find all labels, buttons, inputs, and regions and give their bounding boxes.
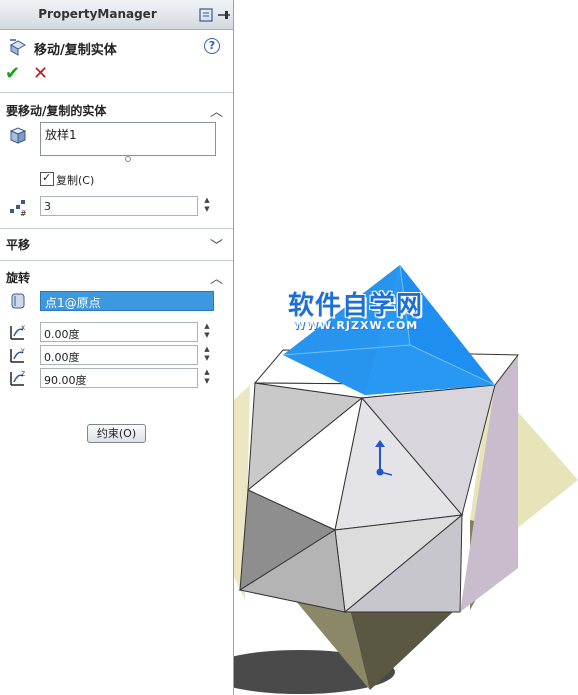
section-rotate-header[interactable]: 旋转 ︿ <box>0 263 233 289</box>
ok-button[interactable]: ✔ <box>5 63 20 84</box>
spin-down-icon[interactable]: ▼ <box>200 331 214 340</box>
rotate-x-value: 0.00度 <box>44 328 80 341</box>
rotate-y-icon: Y <box>10 348 25 363</box>
spin-up-icon[interactable]: ▲ <box>200 196 214 205</box>
rotate-z-icon: Z <box>10 371 25 386</box>
separator <box>0 92 233 93</box>
rotate-y-spinner[interactable]: ▲ ▼ <box>200 345 214 365</box>
svg-text:Y: Y <box>20 348 25 355</box>
copy-count-value: 3 <box>44 200 51 213</box>
property-manager-panel: PropertyManager 移动/复制实体 ? ✔ ✕ 要移动/复制的实体 … <box>0 0 234 695</box>
panel-title: PropertyManager <box>38 7 157 21</box>
pin-icon[interactable] <box>216 7 232 23</box>
section-bodies-title: 要移动/复制的实体 <box>6 104 107 118</box>
svg-text:X: X <box>21 325 25 332</box>
constraints-button[interactable]: 约束(O) <box>87 424 146 443</box>
copy-count-spinner[interactable]: ▲ ▼ <box>200 196 214 216</box>
separator <box>0 228 233 229</box>
rotate-z-spinner[interactable]: ▲ ▼ <box>200 368 214 388</box>
move-copy-body-icon <box>9 39 27 56</box>
rotate-x-input[interactable]: 0.00度 <box>40 322 198 342</box>
rotate-x-icon: X <box>10 325 25 340</box>
section-translate-title: 平移 <box>6 238 31 252</box>
checkmark-icon: ✓ <box>42 171 52 184</box>
rotate-x-spinner[interactable]: ▲ ▼ <box>200 322 214 342</box>
separator <box>0 260 233 261</box>
bodies-selection-list[interactable]: 放样1 <box>40 122 216 156</box>
spin-up-icon[interactable]: ▲ <box>200 345 214 354</box>
section-bodies-header[interactable]: 要移动/复制的实体 ︿ <box>0 96 233 122</box>
cancel-button[interactable]: ✕ <box>33 63 48 84</box>
solid-body-icon <box>9 127 27 144</box>
copy-checkbox[interactable]: ✓ <box>40 171 54 186</box>
chevron-up-icon[interactable]: ︿ <box>210 268 223 287</box>
spin-up-icon[interactable]: ▲ <box>200 368 214 377</box>
resize-handle-icon[interactable] <box>125 156 131 162</box>
feature-title-row: 移动/复制实体 ? <box>6 37 230 58</box>
expand-icon[interactable] <box>198 7 214 23</box>
chevron-up-icon[interactable]: ︿ <box>210 101 223 120</box>
svg-text:#: # <box>20 209 27 217</box>
help-icon[interactable]: ? <box>204 38 220 54</box>
feature-title: 移动/复制实体 <box>34 43 117 58</box>
rotation-point-icon <box>11 293 25 309</box>
rotate-y-input[interactable]: 0.00度 <box>40 345 198 365</box>
selected-body-item[interactable]: 放样1 <box>45 126 77 143</box>
spin-down-icon[interactable]: ▼ <box>200 354 214 363</box>
spin-up-icon[interactable]: ▲ <box>200 322 214 331</box>
rotate-z-value: 90.00度 <box>44 374 87 387</box>
svg-text:Z: Z <box>21 371 25 378</box>
rotate-y-value: 0.00度 <box>44 351 80 364</box>
rotation-point-value: 点1@原点 <box>45 296 101 310</box>
rotate-z-input[interactable]: 90.00度 <box>40 368 198 388</box>
spin-down-icon[interactable]: ▼ <box>200 205 214 214</box>
spin-down-icon[interactable]: ▼ <box>200 377 214 386</box>
chevron-down-icon[interactable]: ﹀ <box>210 235 223 254</box>
rotation-point-selection[interactable]: 点1@原点 <box>40 291 214 311</box>
copy-label: 复制(C) <box>56 174 95 187</box>
copy-count-icon: # <box>10 200 27 217</box>
copy-count-input[interactable]: 3 <box>40 196 198 216</box>
section-rotate-title: 旋转 <box>6 271 31 285</box>
panel-header: PropertyManager <box>0 0 233 30</box>
section-translate-header[interactable]: 平移 ﹀ <box>0 230 233 256</box>
